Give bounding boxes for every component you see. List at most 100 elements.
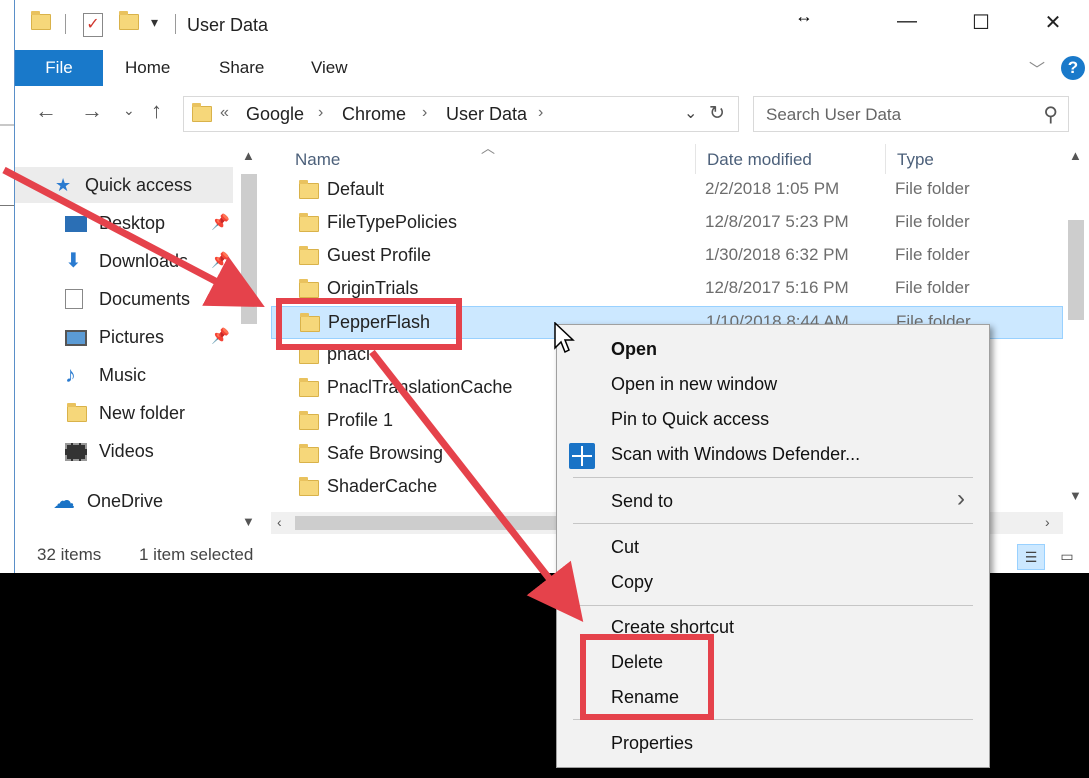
menu-item-open[interactable]: Open xyxy=(611,339,657,360)
folder-icon xyxy=(299,246,319,265)
scroll-thumb[interactable] xyxy=(241,174,257,324)
breadcrumb-google[interactable]: Google xyxy=(246,104,304,125)
column-header-type[interactable]: Type xyxy=(897,150,934,170)
file-name: OriginTrials xyxy=(327,278,419,298)
file-row[interactable]: Guest Profile 1/30/2018 6:32 PM File fol… xyxy=(271,240,1063,273)
folder-icon xyxy=(299,378,319,397)
picture-icon xyxy=(65,330,87,346)
folder-icon xyxy=(299,444,319,463)
file-row[interactable]: Default 2/2/2018 1:05 PM File folder xyxy=(271,174,1063,207)
file-name: PnaclTranslationCache xyxy=(327,377,513,397)
refresh-icon[interactable]: ↻ xyxy=(709,102,725,125)
folder-icon xyxy=(31,11,51,30)
column-separator[interactable] xyxy=(695,144,696,174)
file-name: Profile 1 xyxy=(327,410,394,430)
new-folder-icon[interactable] xyxy=(119,11,139,30)
maximize-button[interactable]: ☐ xyxy=(961,10,1001,35)
menu-item-open-new-window[interactable]: Open in new window xyxy=(611,374,777,395)
window-title: User Data xyxy=(187,15,269,35)
search-icon[interactable]: ⚲ xyxy=(1043,102,1058,127)
breadcrumb-overflow[interactable]: « xyxy=(220,104,229,122)
file-list-scrollbar[interactable]: ▲ ▼ xyxy=(1063,140,1089,510)
file-name: Safe Browsing xyxy=(327,443,444,463)
menu-item-pin-quick-access[interactable]: Pin to Quick access xyxy=(611,409,769,430)
pin-icon[interactable]: 📌 xyxy=(211,206,230,240)
pin-icon[interactable]: 📌 xyxy=(211,244,230,278)
scroll-right-icon[interactable]: › xyxy=(1045,514,1050,530)
folder-icon xyxy=(299,180,319,199)
chevron-right-icon[interactable]: › xyxy=(318,104,323,122)
details-view-icon[interactable]: ☰ xyxy=(1017,544,1045,570)
nav-item-downloads[interactable]: ⬇ Downloads 📌 xyxy=(65,244,245,278)
column-header-name[interactable]: Name xyxy=(295,150,340,170)
tab-file[interactable]: File xyxy=(15,50,103,86)
chevron-right-icon[interactable]: › xyxy=(538,104,543,122)
customize-toolbar-icon[interactable]: ▾ xyxy=(151,14,158,31)
recent-locations-icon[interactable]: ⌄ xyxy=(123,102,135,119)
file-name: Default xyxy=(327,179,385,199)
menu-separator xyxy=(573,477,973,478)
up-button[interactable]: ↑ xyxy=(151,98,162,124)
close-button[interactable]: ✕ xyxy=(1033,10,1073,35)
windows-defender-icon xyxy=(569,443,595,469)
breadcrumb-chrome[interactable]: Chrome xyxy=(342,104,406,125)
selection-count: 1 item selected xyxy=(139,545,254,564)
pin-icon[interactable]: 📌 xyxy=(211,320,230,354)
menu-item-scan-defender[interactable]: Scan with Windows Defender... xyxy=(611,444,860,465)
file-name: FileTypePolicies xyxy=(327,212,458,232)
folder-icon xyxy=(299,477,319,496)
folder-icon xyxy=(299,213,319,232)
menu-item-copy[interactable]: Copy xyxy=(611,572,653,593)
expand-ribbon-icon[interactable]: ﹀ xyxy=(1029,56,1045,80)
download-icon: ⬇ xyxy=(65,250,82,272)
file-row[interactable]: FileTypePolicies 12/8/2017 5:23 PM File … xyxy=(271,207,1063,240)
ribbon: File Home Share View ﹀ ? xyxy=(15,50,1089,86)
menu-item-cut[interactable]: Cut xyxy=(611,537,639,558)
tab-share[interactable]: Share xyxy=(219,50,264,86)
scroll-down-icon[interactable]: ▼ xyxy=(242,514,255,529)
resize-cursor-icon: ↔ xyxy=(795,6,813,26)
folder-icon xyxy=(299,345,319,364)
nav-item-documents[interactable]: Documents 📌 xyxy=(65,282,245,316)
scroll-up-icon[interactable]: ▲ xyxy=(1069,148,1082,163)
chevron-right-icon[interactable]: › xyxy=(422,104,427,122)
minimize-button[interactable]: — xyxy=(887,10,927,33)
scroll-thumb[interactable] xyxy=(1068,220,1084,320)
desktop-icon xyxy=(65,216,87,232)
scroll-down-icon[interactable]: ▼ xyxy=(1069,488,1082,503)
menu-item-properties[interactable]: Properties xyxy=(611,733,693,754)
sort-ascending-icon: ︿ xyxy=(481,140,495,156)
mouse-cursor-icon xyxy=(554,322,575,354)
scroll-left-icon[interactable]: ‹ xyxy=(277,514,282,530)
back-button[interactable]: ← xyxy=(35,98,57,124)
scroll-up-icon[interactable]: ▲ xyxy=(242,148,255,163)
nav-item-pictures[interactable]: Pictures 📌 xyxy=(65,320,245,354)
help-icon[interactable]: ? xyxy=(1061,56,1085,80)
toolbar-separator xyxy=(65,14,66,34)
navigation-pane: ★ Quick access Desktop 📌 ⬇ Downloads 📌 D… xyxy=(15,140,261,536)
pin-icon[interactable]: 📌 xyxy=(211,282,230,316)
toolbar-separator xyxy=(175,14,176,34)
properties-icon[interactable]: ✓ xyxy=(83,13,103,37)
column-separator[interactable] xyxy=(885,144,886,174)
forward-button[interactable]: → xyxy=(81,98,103,124)
address-dropdown-icon[interactable]: ⌄ xyxy=(684,103,697,123)
music-icon: ♪ xyxy=(65,362,76,387)
item-count: 32 items xyxy=(37,545,102,564)
column-header-date[interactable]: Date modified xyxy=(707,150,812,170)
search-input[interactable]: Search User Data ⚲ xyxy=(753,96,1069,132)
tab-home[interactable]: Home xyxy=(125,50,170,86)
cloud-icon: ☁ xyxy=(53,488,75,513)
navigation-bar: ← → ⌄ ↑ « Google › Chrome › User Data › … xyxy=(15,92,1089,136)
breadcrumb-user-data[interactable]: User Data xyxy=(446,104,527,125)
folder-icon xyxy=(67,403,87,422)
large-icons-view-icon[interactable]: ▭ xyxy=(1053,544,1081,570)
title-bar: ✓ ▾ User Data ↔ — ☐ ✕ xyxy=(15,0,1089,50)
address-bar[interactable]: « Google › Chrome › User Data › ⌄ ↻ xyxy=(183,96,739,132)
file-date: 1/30/2018 6:32 PM xyxy=(705,245,849,264)
chevron-right-icon: › xyxy=(957,485,965,512)
nav-pane-scrollbar[interactable]: ▲ ▼ xyxy=(237,140,261,536)
nav-item-desktop[interactable]: Desktop 📌 xyxy=(65,206,245,240)
tab-view[interactable]: View xyxy=(311,50,348,86)
menu-item-send-to[interactable]: Send to xyxy=(611,491,673,512)
